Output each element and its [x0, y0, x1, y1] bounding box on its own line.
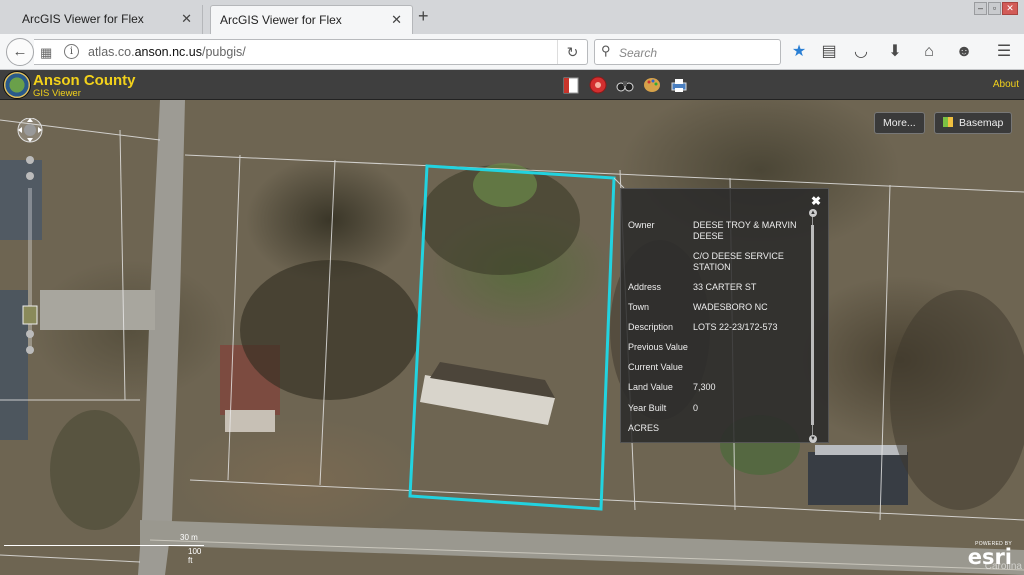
scale-bar: 30 m 100 ft	[4, 533, 204, 565]
pocket-icon[interactable]: ◡	[851, 42, 871, 62]
app-title: Anson County	[33, 72, 136, 89]
field-label: Address	[628, 282, 662, 292]
watermark: Carolina	[984, 561, 1022, 572]
field-label: Land Value	[628, 382, 673, 392]
chat-icon[interactable]: ☻	[954, 42, 974, 62]
print-tool-icon[interactable]	[669, 75, 689, 95]
basemap-button[interactable]: Basemap	[934, 112, 1013, 134]
map-view[interactable]: More... Basemap ✖ ▲ ▼ Owner DEESE TROY &…	[0, 100, 1024, 575]
bookmark-star-icon[interactable]: ★	[789, 42, 809, 62]
downloads-icon[interactable]: ⬇	[885, 42, 905, 62]
field-value: 33 CARTER ST	[693, 282, 757, 292]
field-label: Year Built	[628, 403, 667, 413]
reading-list-icon[interactable]: ▤	[819, 42, 839, 62]
popup-scrollbar[interactable]: ▲ ▼	[809, 209, 820, 443]
basemap-icon	[943, 117, 953, 127]
new-tab-icon[interactable]: +	[418, 6, 429, 27]
app-header: Anson County GIS Viewer About	[0, 70, 1024, 100]
binoculars-tool-icon[interactable]	[615, 75, 635, 95]
close-window-icon[interactable]: ✕	[1002, 2, 1018, 15]
minimize-icon[interactable]: –	[974, 2, 987, 15]
field-label: Owner	[628, 220, 655, 230]
field-value: 0	[693, 403, 699, 413]
reload-icon[interactable]: ↻	[557, 40, 587, 64]
close-tab-icon[interactable]: ✕	[391, 12, 402, 28]
address-bar[interactable]: ▦ i atlas.co.anson.nc.us/pubgis/ ↻	[34, 39, 588, 65]
url-domain: anson.nc.us	[134, 45, 202, 59]
close-popup-icon[interactable]: ✖	[811, 194, 821, 208]
search-placeholder: Search	[619, 46, 658, 60]
back-arrow-icon: ←	[12, 43, 28, 60]
field-value: WADESBORO NC	[693, 302, 768, 312]
scale-metric: 30 m	[180, 533, 198, 542]
bookmark-tool-icon[interactable]	[561, 75, 581, 95]
county-seal-logo	[3, 71, 31, 99]
url-path: /pubgis/	[201, 45, 246, 59]
menu-icon[interactable]: ☰	[994, 42, 1014, 62]
tab-title: ArcGIS Viewer for Flex	[22, 12, 144, 26]
tab-title: ArcGIS Viewer for Flex	[220, 13, 342, 27]
search-icon: ⚲	[601, 43, 611, 58]
scale-imperial: 100 ft	[188, 547, 202, 565]
parcel-info-popup: ✖ ▲ ▼ Owner DEESE TROY & MARVIN DEESE C/…	[620, 188, 829, 443]
scroll-thumb[interactable]	[811, 225, 814, 425]
scroll-down-icon[interactable]: ▼	[809, 435, 817, 443]
field-value: 7,300	[693, 382, 716, 392]
palette-tool-icon[interactable]	[642, 75, 662, 95]
search-input[interactable]: ⚲ Search	[594, 39, 781, 65]
page-grid-icon[interactable]: ▦	[40, 45, 52, 61]
site-info-icon[interactable]: i	[64, 44, 79, 59]
search-tool-icon[interactable]	[588, 75, 608, 95]
field-label: Town	[628, 302, 650, 312]
field-value: LOTS 22-23/172-573	[693, 322, 778, 332]
field-value: C/O DEESE SERVICE STATION	[693, 251, 784, 272]
field-label: ACRES	[628, 423, 660, 433]
url-prefix: atlas.co.	[88, 45, 135, 59]
close-tab-icon[interactable]: ✕	[181, 11, 192, 27]
browser-tab-1[interactable]: ArcGIS Viewer for Flex ✕	[0, 5, 203, 34]
more-button[interactable]: More...	[874, 112, 925, 134]
window-controls: – ▫ ✕	[973, 2, 1018, 16]
browser-tab-bar: ArcGIS Viewer for Flex ✕ ArcGIS Viewer f…	[0, 0, 1024, 34]
basemap-label: Basemap	[959, 117, 1004, 129]
home-icon[interactable]: ⌂	[919, 42, 939, 62]
browser-tab-2[interactable]: ArcGIS Viewer for Flex ✕	[210, 5, 413, 34]
about-link[interactable]: About	[993, 79, 1019, 90]
field-label: Previous Value	[628, 342, 688, 352]
scale-line	[4, 545, 204, 546]
scroll-up-icon[interactable]: ▲	[809, 209, 817, 217]
map-navigation-control[interactable]	[8, 117, 48, 358]
back-button[interactable]: ←	[6, 38, 34, 66]
restore-icon[interactable]: ▫	[988, 2, 1001, 15]
url-text[interactable]: atlas.co.anson.nc.us/pubgis/	[88, 45, 246, 59]
field-label: Description	[628, 322, 674, 332]
field-label: Current Value	[628, 362, 683, 372]
field-value: DEESE TROY & MARVIN DEESE	[693, 220, 797, 241]
aerial-imagery	[0, 100, 1024, 575]
browser-nav-bar: ← ▦ i atlas.co.anson.nc.us/pubgis/ ↻ ⚲ S…	[0, 34, 1024, 70]
app-subtitle: GIS Viewer	[33, 88, 81, 99]
